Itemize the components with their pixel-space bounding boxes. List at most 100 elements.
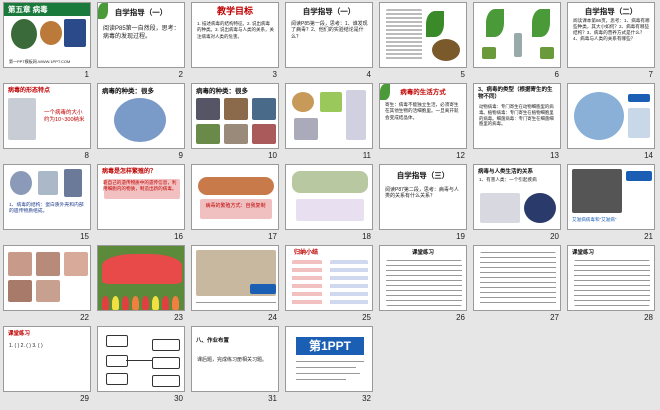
exercise-text [574, 260, 650, 306]
slide-thumbnail-12[interactable]: 病毒的生活方式 寄生：病毒不能独立生活，必须寄生在其他生物的活细胞里。一旦离开就… [379, 83, 467, 162]
slide-thumbnail-7[interactable]: 自学指导（二） 阅读课本第86页，思考：1、病毒有哪些种类，其大小如何？2、病毒… [567, 2, 655, 81]
slide-16-canvas[interactable]: 病毒是怎样繁殖的？ 靠自己的遗传物质中的遗传信息，利用细胞内的物质，制造出新的病… [97, 164, 185, 230]
slide-thumbnail-18[interactable]: 18 [285, 164, 373, 243]
concept-map-left [292, 260, 322, 306]
slide-number: 21 [644, 232, 653, 241]
slide-8-canvas[interactable]: 病毒的形态特点 一个病毒的大小约为10~300纳米 [3, 83, 91, 149]
slide-7-body: 阅读课本第86页，思考：1、病毒有哪些种类，其大小如何？2、病毒有哪些结构？3、… [573, 18, 650, 41]
virus-image [64, 19, 86, 47]
slide-17-canvas[interactable]: 病毒的繁殖方式：自我复制 [191, 164, 279, 230]
slide-thumbnail-26[interactable]: 课堂练习 26 [379, 245, 467, 324]
disease-photo [8, 280, 32, 302]
label-box [626, 171, 652, 181]
slide-28-canvas[interactable]: 课堂练习 [567, 245, 655, 311]
slide-14-canvas[interactable] [567, 83, 655, 149]
slide-number: 18 [362, 232, 371, 241]
slide-thumbnail-1[interactable]: 第五章 病毒 第一PPT模板网-WWW.1PPT.COM 1 [3, 2, 91, 81]
text-line [296, 373, 360, 374]
slide-thumbnail-24[interactable]: 24 [191, 245, 279, 324]
slide-31-canvas[interactable]: 八、作业布置 课后题，完成练习册相关习题。 [191, 326, 279, 392]
slide-thumbnail-2[interactable]: 自学指导（一） 阅读P85第一自然段，思考：病毒的发现过程。 2 [97, 2, 185, 81]
slide-number: 26 [456, 313, 465, 322]
slide-thumbnail-3[interactable]: 教学目标 1. 描述病毒的结构特征。2. 说出病毒的种类。3. 说出病毒与人类的… [191, 2, 279, 81]
virus-image [252, 98, 276, 120]
slide-thumbnail-16[interactable]: 病毒是怎样繁殖的？ 靠自己的遗传物质中的遗传信息，利用细胞内的物质，制造出新的病… [97, 164, 185, 243]
slide-4-body: 阅读P85第一段，思考：1、谁发现了病毒？2、他们的实验结论是什么？ [291, 21, 368, 40]
slide-thumbnail-19[interactable]: 自学指导（三） 阅读P87第二段，思考：病毒与人类的关系有什么关系？ 19 [379, 164, 467, 243]
slide-17-body: 病毒的繁殖方式：自我复制 [205, 203, 266, 209]
slide-thumbnail-8[interactable]: 病毒的形态特点 一个病毒的大小约为10~300纳米 8 [3, 83, 91, 162]
slide-5-canvas[interactable] [379, 2, 467, 68]
slide-27-canvas[interactable] [473, 245, 561, 311]
slide-thumbnail-31[interactable]: 八、作业布置 课后题，完成练习册相关习题。 31 [191, 326, 279, 405]
slide-18-canvas[interactable] [285, 164, 373, 230]
slide-15-body: 1、病毒的结构：蛋白质外壳和内部的遗传物质组成。 [9, 203, 84, 215]
slide-thumbnail-32[interactable]: 第1PPT 32 [285, 326, 373, 405]
tulip-field-image [102, 254, 182, 284]
slide-thumbnail-13[interactable]: 3、病毒的类型（根据寄生的生物不同） 动物病毒：专门寄生在动物细胞里的病毒。植物… [473, 83, 561, 162]
slide-number: 20 [550, 232, 559, 241]
slide-thumbnail-5[interactable]: 5 [379, 2, 467, 81]
slide-29-body: 1. ( ) 2. ( ) 3. ( ) [9, 343, 43, 349]
slide-thumbnail-10[interactable]: 病毒的种类：很多 10 [191, 83, 279, 162]
slide-thumbnail-20[interactable]: 病毒与人类生活的关系 1、有害人类：一个引起疾病 20 [473, 164, 561, 243]
slide-thumbnail-11[interactable]: 11 [285, 83, 373, 162]
slide-thumbnail-25[interactable]: 归纳小结 25 [285, 245, 373, 324]
slide-number: 12 [456, 151, 465, 160]
slide-25-title: 归纳小结 [294, 250, 319, 256]
slide-thumbnail-9[interactable]: 病毒的种类：很多 9 [97, 83, 185, 162]
slide-19-canvas[interactable]: 自学指导（三） 阅读P87第二段，思考：病毒与人类的关系有什么关系？ [379, 164, 467, 230]
slide-26-canvas[interactable]: 课堂练习 [379, 245, 467, 311]
plant-image [540, 47, 554, 59]
slide-thumbnail-29[interactable]: 课堂练习 1. ( ) 2. ( ) 3. ( ) 29 [3, 326, 91, 405]
slide-thumbnail-6[interactable]: 6 [473, 2, 561, 81]
slide-21-canvas[interactable]: 艾滋病病毒和“艾滋病” [567, 164, 655, 230]
slide-30-canvas[interactable] [97, 326, 185, 392]
slide-12-canvas[interactable]: 病毒的生活方式 寄生：病毒不能独立生活，必须寄生在其他生物的活细胞里。一旦离开就… [379, 83, 467, 149]
disease-photo [36, 280, 60, 302]
slide-thumbnail-22[interactable]: 22 [3, 245, 91, 324]
slide-10-canvas[interactable]: 病毒的种类：很多 [191, 83, 279, 149]
slide-25-canvas[interactable]: 归纳小结 [285, 245, 373, 311]
slide-thumbnail-23[interactable]: 23 [97, 245, 185, 324]
slide-15-canvas[interactable]: 1、病毒的结构：蛋白质外壳和内部的遗传物质组成。 [3, 164, 91, 230]
slide-number: 24 [268, 313, 277, 322]
slide-thumbnail-17[interactable]: 病毒的繁殖方式：自我复制 17 [191, 164, 279, 243]
slide-thumbnail-14[interactable]: 14 [567, 83, 655, 162]
slide-4-canvas[interactable]: 自学指导（一） 阅读P85第一段，思考：1、谁发现了病毒？2、他们的实验结论是什… [285, 2, 373, 68]
tulip-image [112, 296, 119, 310]
slide-1-canvas[interactable]: 第五章 病毒 第一PPT模板网-WWW.1PPT.COM [3, 2, 91, 68]
slide-11-canvas[interactable] [285, 83, 373, 149]
photo-image [572, 169, 622, 213]
slide-13-canvas[interactable]: 3、病毒的类型（根据寄生的生物不同） 动物病毒：专门寄生在动物细胞里的病毒。植物… [473, 83, 561, 149]
slide-29-canvas[interactable]: 课堂练习 1. ( ) 2. ( ) 3. ( ) [3, 326, 91, 392]
slide-number: 1 [84, 70, 89, 79]
slide-1-title: 第五章 病毒 [8, 5, 48, 14]
exercise-text [386, 260, 462, 306]
slide-22-canvas[interactable] [3, 245, 91, 311]
slide-thumbnail-30[interactable]: 30 [97, 326, 185, 405]
virus-image [40, 21, 62, 45]
phage-image [346, 90, 366, 140]
slide-7-title: 自学指导（二） [584, 7, 638, 16]
slide-thumbnail-21[interactable]: 艾滋病病毒和“艾滋病” 21 [567, 164, 655, 243]
slide-thumbnail-28[interactable]: 课堂练习 28 [567, 245, 655, 324]
slide-2-body: 阅读P85第一自然段，思考：病毒的发现过程。 [103, 26, 180, 40]
disease-photo [8, 252, 32, 276]
slide-32-canvas[interactable]: 第1PPT [285, 326, 373, 392]
virus-image [114, 98, 166, 142]
slide-2-canvas[interactable]: 自学指导（一） 阅读P85第一自然段，思考：病毒的发现过程。 [97, 2, 185, 68]
slide-thumbnail-27[interactable]: 27 [473, 245, 561, 324]
slide-28-title: 课堂练习 [572, 250, 595, 256]
slide-9-canvas[interactable]: 病毒的种类：很多 [97, 83, 185, 149]
tulip-image [152, 296, 159, 310]
slide-23-canvas[interactable] [97, 245, 185, 311]
slide-6-canvas[interactable] [473, 2, 561, 68]
slide-7-canvas[interactable]: 自学指导（二） 阅读课本第86页，思考：1、病毒有哪些种类，其大小如何？2、病毒… [567, 2, 655, 68]
slide-20-canvas[interactable]: 病毒与人类生活的关系 1、有害人类：一个引起疾病 [473, 164, 561, 230]
people-image [480, 193, 520, 223]
slide-3-canvas[interactable]: 教学目标 1. 描述病毒的结构特征。2. 说出病毒的种类。3. 说出病毒与人类的… [191, 2, 279, 68]
slide-thumbnail-4[interactable]: 自学指导（一） 阅读P85第一段，思考：1、谁发现了病毒？2、他们的实验结论是什… [285, 2, 373, 81]
slide-thumbnail-15[interactable]: 1、病毒的结构：蛋白质外壳和内部的遗传物质组成。 15 [3, 164, 91, 243]
slide-24-canvas[interactable] [191, 245, 279, 311]
